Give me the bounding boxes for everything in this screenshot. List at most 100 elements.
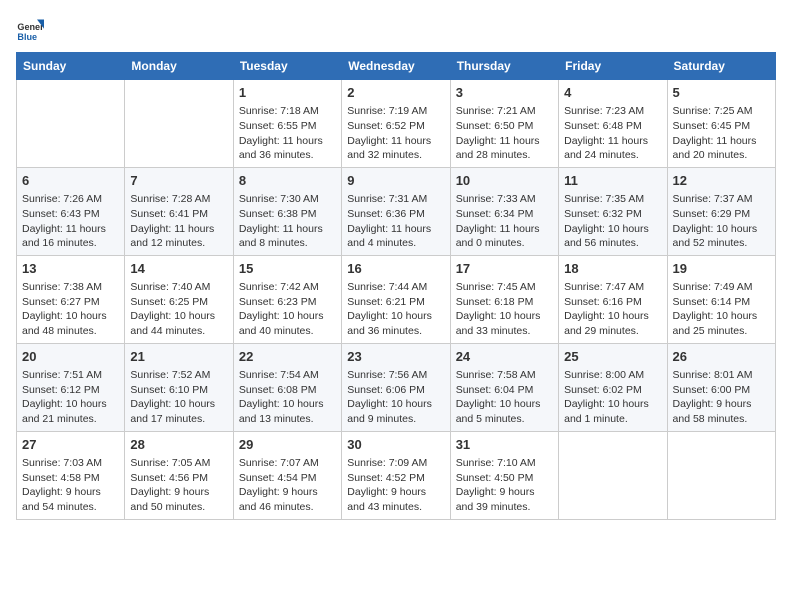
- calendar-cell: 24 Sunrise: 7:58 AM Sunset: 6:04 PM Dayli…: [450, 343, 558, 431]
- day-info: Sunrise: 7:47 AM Sunset: 6:16 PM Dayligh…: [564, 280, 661, 339]
- day-info: Sunrise: 7:40 AM Sunset: 6:25 PM Dayligh…: [130, 280, 227, 339]
- calendar-cell: 22Sunrise: 7:54 AM Sunset: 6:08 PM Dayli…: [233, 343, 341, 431]
- day-number: 7: [130, 172, 227, 190]
- day-header-tuesday: Tuesday: [233, 53, 341, 80]
- day-number: 24: [456, 348, 553, 366]
- day-info: Sunrise: 7:26 AM Sunset: 6:43 PM Dayligh…: [22, 192, 119, 251]
- day-number: 31: [456, 436, 553, 454]
- calendar-cell: 9 Sunrise: 7:31 AM Sunset: 6:36 PM Daylig…: [342, 167, 450, 255]
- svg-text:General: General: [17, 22, 44, 32]
- day-number: 1: [239, 84, 336, 102]
- calendar-cell: 31Sunrise: 7:10 AM Sunset: 4:50 PM Dayli…: [450, 431, 558, 519]
- day-number: 21: [130, 348, 227, 366]
- day-info: Sunrise: 7:58 AM Sunset: 6:04 PM Dayligh…: [456, 368, 553, 427]
- day-info: Sunrise: 7:05 AM Sunset: 4:56 PM Dayligh…: [130, 456, 227, 515]
- calendar-cell: 12Sunrise: 7:37 AM Sunset: 6:29 PM Dayli…: [667, 167, 775, 255]
- calendar-cell: 2 Sunrise: 7:19 AM Sunset: 6:52 PM Daylig…: [342, 80, 450, 168]
- calendar-week-1: 1Sunrise: 7:18 AM Sunset: 6:55 PM Daylig…: [17, 80, 776, 168]
- calendar-week-5: 27 Sunrise: 7:03 AM Sunset: 4:58 PM Dayli…: [17, 431, 776, 519]
- day-number: 22: [239, 348, 336, 366]
- day-info: Sunrise: 7:30 AM Sunset: 6:38 PM Dayligh…: [239, 192, 336, 251]
- calendar-week-2: 6 Sunrise: 7:26 AM Sunset: 6:43 PM Daylig…: [17, 167, 776, 255]
- day-info: Sunrise: 7:21 AM Sunset: 6:50 PM Dayligh…: [456, 104, 553, 163]
- day-number: 8: [239, 172, 336, 190]
- calendar-cell: 7 Sunrise: 7:28 AM Sunset: 6:41 PM Daylig…: [125, 167, 233, 255]
- day-number: 2: [347, 84, 444, 102]
- day-number: 10: [456, 172, 553, 190]
- calendar-cell: 20 Sunrise: 7:51 AM Sunset: 6:12 PM Dayli…: [17, 343, 125, 431]
- day-info: Sunrise: 8:01 AM Sunset: 6:00 PM Dayligh…: [673, 368, 770, 427]
- calendar-cell: 29 Sunrise: 7:07 AM Sunset: 4:54 PM Dayli…: [233, 431, 341, 519]
- day-header-sunday: Sunday: [17, 53, 125, 80]
- calendar-cell: [125, 80, 233, 168]
- day-number: 16: [347, 260, 444, 278]
- svg-text:Blue: Blue: [17, 32, 37, 42]
- calendar-week-4: 20 Sunrise: 7:51 AM Sunset: 6:12 PM Dayli…: [17, 343, 776, 431]
- day-info: Sunrise: 7:44 AM Sunset: 6:21 PM Dayligh…: [347, 280, 444, 339]
- day-info: Sunrise: 7:33 AM Sunset: 6:34 PM Dayligh…: [456, 192, 553, 251]
- day-number: 14: [130, 260, 227, 278]
- day-info: Sunrise: 7:07 AM Sunset: 4:54 PM Dayligh…: [239, 456, 336, 515]
- day-number: 30: [347, 436, 444, 454]
- calendar-table: SundayMondayTuesdayWednesdayThursdayFrid…: [16, 52, 776, 520]
- day-number: 3: [456, 84, 553, 102]
- calendar-cell: 30 Sunrise: 7:09 AM Sunset: 4:52 PM Dayli…: [342, 431, 450, 519]
- day-number: 23: [347, 348, 444, 366]
- calendar-cell: 16 Sunrise: 7:44 AM Sunset: 6:21 PM Dayli…: [342, 255, 450, 343]
- calendar-cell: 15 Sunrise: 7:42 AM Sunset: 6:23 PM Dayli…: [233, 255, 341, 343]
- day-info: Sunrise: 7:19 AM Sunset: 6:52 PM Dayligh…: [347, 104, 444, 163]
- day-header-monday: Monday: [125, 53, 233, 80]
- day-number: 6: [22, 172, 119, 190]
- day-info: Sunrise: 7:25 AM Sunset: 6:45 PM Dayligh…: [673, 104, 770, 163]
- calendar-cell: 19 Sunrise: 7:49 AM Sunset: 6:14 PM Dayli…: [667, 255, 775, 343]
- calendar-cell: 25Sunrise: 8:00 AM Sunset: 6:02 PM Dayli…: [559, 343, 667, 431]
- logo: General Blue: [16, 16, 48, 44]
- day-number: 19: [673, 260, 770, 278]
- day-info: Sunrise: 7:49 AM Sunset: 6:14 PM Dayligh…: [673, 280, 770, 339]
- day-info: Sunrise: 7:51 AM Sunset: 6:12 PM Dayligh…: [22, 368, 119, 427]
- day-number: 20: [22, 348, 119, 366]
- calendar-cell: 28 Sunrise: 7:05 AM Sunset: 4:56 PM Dayli…: [125, 431, 233, 519]
- day-number: 15: [239, 260, 336, 278]
- day-info: Sunrise: 7:09 AM Sunset: 4:52 PM Dayligh…: [347, 456, 444, 515]
- calendar-cell: 8 Sunrise: 7:30 AM Sunset: 6:38 PM Daylig…: [233, 167, 341, 255]
- day-number: 26: [673, 348, 770, 366]
- day-info: Sunrise: 7:42 AM Sunset: 6:23 PM Dayligh…: [239, 280, 336, 339]
- day-header-friday: Friday: [559, 53, 667, 80]
- day-number: 28: [130, 436, 227, 454]
- day-number: 13: [22, 260, 119, 278]
- calendar-cell: 26 Sunrise: 8:01 AM Sunset: 6:00 PM Dayli…: [667, 343, 775, 431]
- day-info: Sunrise: 7:31 AM Sunset: 6:36 PM Dayligh…: [347, 192, 444, 251]
- calendar-cell: 4Sunrise: 7:23 AM Sunset: 6:48 PM Daylig…: [559, 80, 667, 168]
- day-info: Sunrise: 7:35 AM Sunset: 6:32 PM Dayligh…: [564, 192, 661, 251]
- day-header-wednesday: Wednesday: [342, 53, 450, 80]
- calendar-cell: 17 Sunrise: 7:45 AM Sunset: 6:18 PM Dayli…: [450, 255, 558, 343]
- calendar-cell: 1Sunrise: 7:18 AM Sunset: 6:55 PM Daylig…: [233, 80, 341, 168]
- day-number: 29: [239, 436, 336, 454]
- day-number: 12: [673, 172, 770, 190]
- calendar-cell: 6 Sunrise: 7:26 AM Sunset: 6:43 PM Daylig…: [17, 167, 125, 255]
- calendar-cell: 11Sunrise: 7:35 AM Sunset: 6:32 PM Dayli…: [559, 167, 667, 255]
- day-header-saturday: Saturday: [667, 53, 775, 80]
- day-info: Sunrise: 7:03 AM Sunset: 4:58 PM Dayligh…: [22, 456, 119, 515]
- day-info: Sunrise: 7:23 AM Sunset: 6:48 PM Dayligh…: [564, 104, 661, 163]
- day-info: Sunrise: 7:28 AM Sunset: 6:41 PM Dayligh…: [130, 192, 227, 251]
- logo-icon: General Blue: [16, 16, 44, 44]
- page-header: General Blue: [16, 16, 776, 44]
- day-number: 25: [564, 348, 661, 366]
- day-number: 17: [456, 260, 553, 278]
- day-number: 9: [347, 172, 444, 190]
- day-number: 27: [22, 436, 119, 454]
- calendar-week-3: 13 Sunrise: 7:38 AM Sunset: 6:27 PM Dayli…: [17, 255, 776, 343]
- day-header-thursday: Thursday: [450, 53, 558, 80]
- calendar-cell: 13 Sunrise: 7:38 AM Sunset: 6:27 PM Dayli…: [17, 255, 125, 343]
- day-info: Sunrise: 7:52 AM Sunset: 6:10 PM Dayligh…: [130, 368, 227, 427]
- day-number: 18: [564, 260, 661, 278]
- calendar-cell: 3 Sunrise: 7:21 AM Sunset: 6:50 PM Daylig…: [450, 80, 558, 168]
- calendar-cell: [559, 431, 667, 519]
- calendar-cell: 10 Sunrise: 7:33 AM Sunset: 6:34 PM Dayli…: [450, 167, 558, 255]
- calendar-cell: 14 Sunrise: 7:40 AM Sunset: 6:25 PM Dayli…: [125, 255, 233, 343]
- day-info: Sunrise: 7:45 AM Sunset: 6:18 PM Dayligh…: [456, 280, 553, 339]
- calendar-cell: 21 Sunrise: 7:52 AM Sunset: 6:10 PM Dayli…: [125, 343, 233, 431]
- day-info: Sunrise: 7:38 AM Sunset: 6:27 PM Dayligh…: [22, 280, 119, 339]
